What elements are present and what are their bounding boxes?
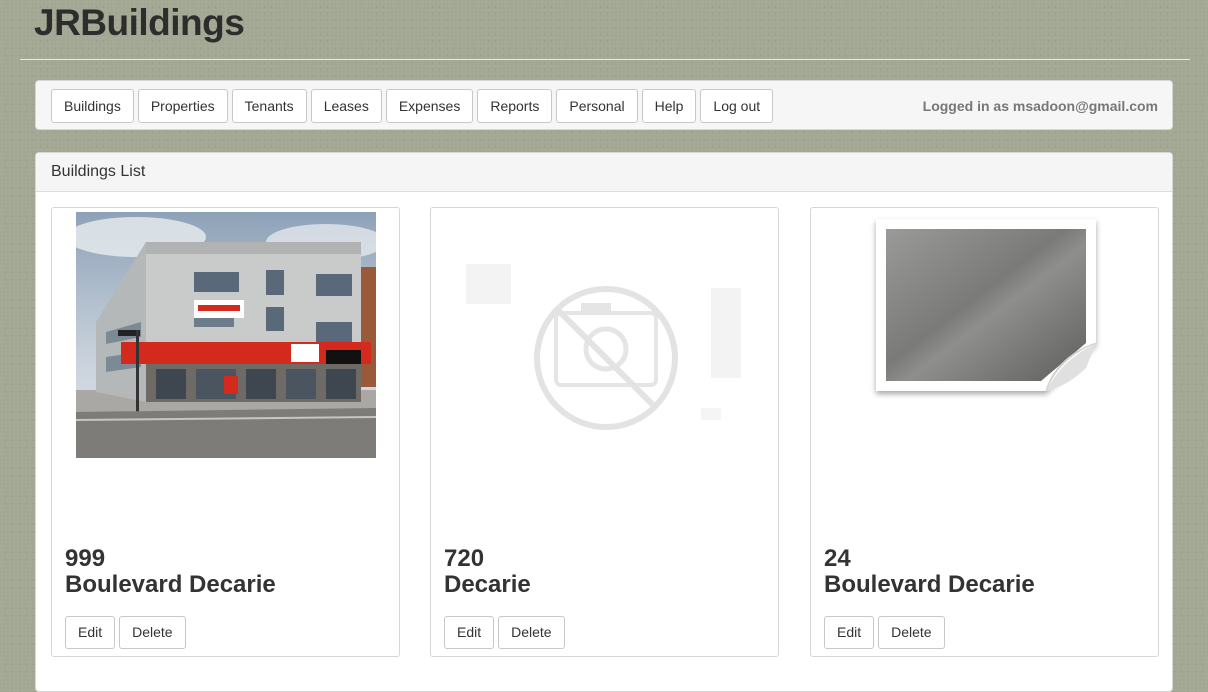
card-actions: Edit Delete	[444, 616, 569, 649]
building-street: Boulevard Decarie	[824, 571, 1035, 598]
building-number: 24	[824, 545, 851, 572]
nav-logout-button[interactable]: Log out	[700, 89, 774, 123]
delete-button[interactable]: Delete	[119, 616, 186, 649]
card-actions: Edit Delete	[65, 616, 190, 649]
nav-leases-button[interactable]: Leases	[310, 89, 382, 123]
building-card: 24 Boulevard Decarie Edit Delete	[810, 207, 1159, 657]
nav-help-button[interactable]: Help	[641, 89, 697, 123]
building-card: 999 Boulevard Decarie Edit Delete	[51, 207, 400, 657]
nav-button-group: Buildings Properties Tenants Leases Expe…	[51, 89, 777, 123]
edit-button[interactable]: Edit	[65, 616, 116, 649]
edit-button[interactable]: Edit	[824, 616, 875, 649]
delete-button[interactable]: Delete	[878, 616, 945, 649]
buildings-list-panel: Buildings List 999 Boulevard Decarie Edi…	[35, 152, 1173, 692]
building-street: Boulevard Decarie	[65, 571, 276, 598]
nav-expenses-button[interactable]: Expenses	[385, 89, 474, 123]
no-photo-icon	[461, 258, 751, 438]
nav-properties-button[interactable]: Properties	[137, 89, 228, 123]
navbar: Buildings Properties Tenants Leases Expe…	[35, 80, 1173, 130]
delete-button[interactable]: Delete	[498, 616, 565, 649]
nav-tenants-button[interactable]: Tenants	[231, 89, 307, 123]
logged-in-status: Logged in as msadoon@gmail.com	[922, 98, 1158, 114]
title-divider	[20, 59, 1190, 60]
building-card: 720 Decarie Edit Delete	[430, 207, 779, 657]
image-placeholder-icon	[876, 219, 1097, 392]
nav-reports-button[interactable]: Reports	[477, 89, 553, 123]
app-title: JRBuildings	[34, 2, 245, 43]
building-photo	[76, 212, 376, 458]
nav-personal-button[interactable]: Personal	[556, 89, 638, 123]
building-street: Decarie	[444, 571, 531, 598]
card-actions: Edit Delete	[824, 616, 949, 649]
building-number: 999	[65, 545, 106, 572]
nav-buildings-button[interactable]: Buildings	[51, 89, 134, 123]
edit-button[interactable]: Edit	[444, 616, 495, 649]
panel-title: Buildings List	[36, 153, 1172, 192]
building-number: 720	[444, 545, 485, 572]
